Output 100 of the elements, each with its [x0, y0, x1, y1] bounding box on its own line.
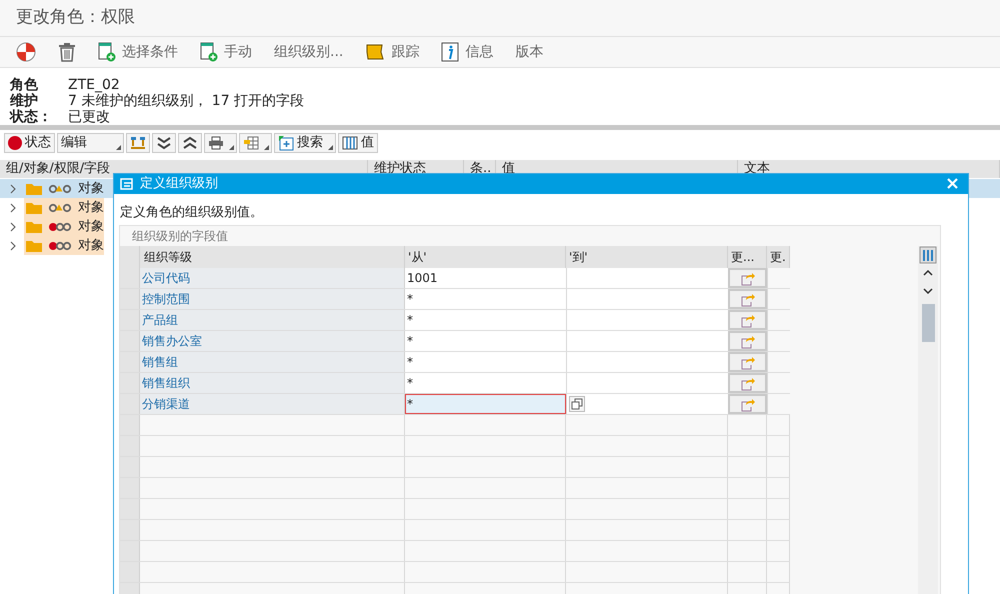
- scrollbar-thumb[interactable]: [922, 304, 934, 342]
- tree-toolbar-button[interactable]: 值: [338, 133, 378, 153]
- column-settings-icon[interactable]: [919, 246, 937, 264]
- tree-toolbar-button[interactable]: [239, 133, 272, 153]
- dropdown-icon: [229, 145, 234, 150]
- forward-icon: [740, 292, 756, 306]
- value-help-icon[interactable]: [569, 396, 585, 412]
- tree-toolbar-button[interactable]: [178, 133, 202, 153]
- forward-icon: [740, 396, 756, 412]
- toolbar-button[interactable]: 信息: [441, 42, 494, 62]
- tree-row[interactable]: 对象: [0, 179, 113, 198]
- org-level-link[interactable]: 销售组织: [140, 373, 405, 393]
- tree-toolbar-button[interactable]: [152, 133, 176, 153]
- scroll-up-icon[interactable]: [923, 270, 933, 276]
- tree-toolbar-button[interactable]: [126, 133, 150, 153]
- toolbar-button[interactable]: 选择条件: [98, 42, 178, 62]
- org-level-link[interactable]: 分销渠道: [140, 394, 405, 414]
- from-field[interactable]: *: [405, 289, 566, 309]
- org-level-link[interactable]: 销售组: [140, 352, 405, 372]
- printer-icon: [208, 136, 224, 150]
- org-level-link[interactable]: 公司代码: [140, 268, 405, 288]
- layout-icon: [243, 136, 259, 150]
- from-field[interactable]: *: [405, 394, 566, 414]
- expand-all-icon: [156, 136, 172, 150]
- row-selector[interactable]: [120, 394, 140, 414]
- to-field[interactable]: [566, 373, 728, 393]
- collapse-all-icon: [182, 136, 198, 150]
- dialog-title: 定义组织级别: [140, 175, 219, 193]
- dropdown-icon: [328, 145, 333, 150]
- from-field[interactable]: *: [405, 331, 566, 351]
- row-selector[interactable]: [120, 310, 140, 330]
- folder-icon: [26, 220, 42, 232]
- from-field[interactable]: *: [405, 373, 566, 393]
- row-selector[interactable]: [120, 268, 140, 288]
- tree-toolbar-button[interactable]: 编辑: [57, 133, 124, 153]
- row-selector[interactable]: [120, 415, 140, 435]
- tree-item-text: 对象: [78, 236, 104, 255]
- folder-icon: [26, 182, 42, 194]
- row-selector[interactable]: [120, 373, 140, 393]
- more-button[interactable]: [728, 394, 767, 414]
- window-title: 更改角色：权限: [16, 6, 135, 30]
- from-field[interactable]: 1001: [405, 268, 566, 288]
- tree-toolbar-button[interactable]: [204, 133, 237, 153]
- toolbar-button[interactable]: [16, 42, 36, 62]
- toolbar-button[interactable]: 跟踪: [365, 42, 420, 62]
- tree-toolbar-button[interactable]: 状态: [4, 133, 55, 153]
- traffic-light-icon: [48, 182, 72, 194]
- more-button[interactable]: [728, 310, 767, 330]
- row-selector[interactable]: [120, 436, 140, 456]
- more-button[interactable]: [728, 331, 767, 351]
- forward-icon: [740, 376, 756, 390]
- tree-item-text: 对象: [78, 218, 104, 236]
- forward-icon: [740, 334, 756, 348]
- row-selector[interactable]: [120, 499, 140, 519]
- row-selector[interactable]: [120, 520, 140, 540]
- toolbar-button[interactable]: [58, 42, 76, 62]
- org-level-link[interactable]: 控制范围: [140, 289, 405, 309]
- traffic-light-icon: [48, 220, 72, 232]
- close-icon[interactable]: [947, 178, 958, 190]
- field-label: 维护: [10, 93, 39, 109]
- to-field[interactable]: [566, 331, 728, 351]
- more-button[interactable]: [728, 268, 767, 288]
- field-label: 角色: [10, 77, 39, 93]
- row-selector[interactable]: [120, 331, 140, 351]
- row-selector[interactable]: [120, 457, 140, 477]
- note-icon: [365, 43, 386, 61]
- to-field[interactable]: [566, 289, 728, 309]
- forward-icon: [740, 354, 756, 370]
- status-icon: [8, 136, 22, 150]
- org-level-link[interactable]: 销售办公室: [140, 331, 405, 351]
- more-button[interactable]: [728, 373, 767, 393]
- folder-icon: [26, 202, 42, 214]
- from-field[interactable]: *: [405, 352, 566, 372]
- from-field[interactable]: *: [405, 310, 566, 330]
- more-button[interactable]: [728, 352, 767, 372]
- toolbar-button[interactable]: 手动: [200, 42, 252, 62]
- trash-icon: [58, 42, 76, 62]
- field-value: ZTE_02: [68, 77, 120, 93]
- status-icon: [16, 42, 36, 62]
- row-selector[interactable]: [120, 478, 140, 498]
- info-icon: [441, 42, 460, 62]
- toolbar-button[interactable]: 版本: [515, 42, 544, 62]
- to-field[interactable]: [566, 352, 728, 372]
- row-selector[interactable]: [120, 289, 140, 309]
- scroll-down-icon[interactable]: [923, 288, 933, 294]
- row-selector[interactable]: [120, 562, 140, 582]
- more-button[interactable]: [728, 289, 767, 309]
- document-add-icon: [200, 42, 218, 62]
- field-value: 7 未维护的组织级别， 17 打开的字段: [68, 93, 304, 109]
- to-field[interactable]: [566, 310, 728, 330]
- to-field[interactable]: [566, 268, 728, 288]
- org-level-link[interactable]: 产品组: [140, 310, 405, 330]
- toolbar-button[interactable]: 组织级别...: [274, 42, 344, 62]
- to-field[interactable]: [566, 394, 728, 414]
- document-add-icon: [98, 42, 116, 62]
- forward-icon: [740, 270, 756, 286]
- row-selector[interactable]: [120, 352, 140, 372]
- tree-toolbar-button[interactable]: 搜索: [274, 133, 336, 153]
- row-selector[interactable]: [120, 541, 140, 561]
- search-icon: [278, 135, 294, 151]
